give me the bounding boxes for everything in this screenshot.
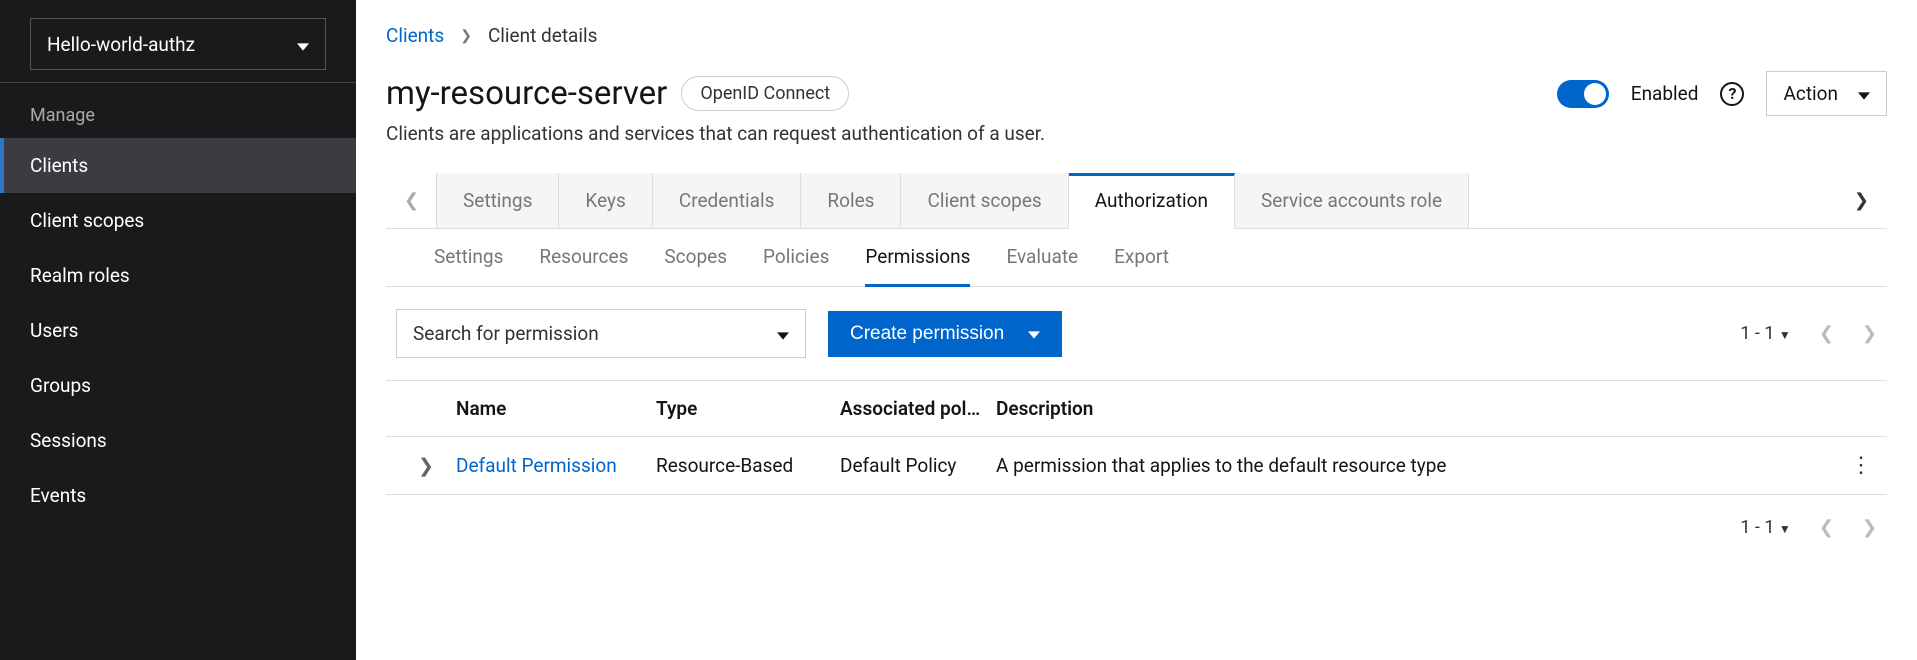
page-title: my-resource-server (386, 74, 667, 113)
chevron-right-icon: ❯ (460, 28, 472, 44)
table-header: Name Type Associated poli… Description (386, 381, 1887, 437)
tabs-scroll-right[interactable]: ❯ (1836, 178, 1887, 223)
breadcrumb: Clients ❯ Client details (386, 24, 1887, 47)
realm-selector[interactable]: Hello-world-authz (30, 18, 326, 70)
kebab-menu-icon[interactable]: ⋮ (1827, 453, 1877, 478)
subtab-policies[interactable]: Policies (763, 229, 829, 286)
page-header: my-resource-server OpenID Connect Enable… (386, 71, 1887, 116)
col-description: Description (996, 397, 1546, 420)
tab-credentials[interactable]: Credentials (653, 173, 802, 228)
col-type: Type (656, 397, 840, 420)
caret-down-icon (297, 33, 309, 56)
header-actions: Enabled ? Action (1557, 71, 1887, 116)
permission-type: Resource-Based (656, 454, 840, 477)
pagination-bottom: 1 - 1 ▼ ❮ ❯ (1740, 517, 1877, 538)
subtab-settings[interactable]: Settings (434, 229, 503, 286)
expand-row-icon[interactable]: ❯ (396, 454, 456, 477)
sidebar-item-groups[interactable]: Groups (0, 358, 356, 413)
create-label: Create permission (850, 323, 1004, 345)
caret-down-icon (777, 322, 789, 345)
action-dropdown[interactable]: Action (1766, 71, 1887, 116)
tab-service-accounts[interactable]: Service accounts role (1235, 173, 1469, 228)
page-description: Clients are applications and services th… (386, 122, 1887, 145)
permissions-table: Name Type Associated poli… Description ❯… (386, 380, 1887, 495)
page-range[interactable]: 1 - 1 ▼ (1740, 323, 1791, 344)
page-next[interactable]: ❯ (1862, 517, 1877, 538)
main-content: Clients ❯ Client details my-resource-ser… (356, 0, 1917, 660)
permission-description: A permission that applies to the default… (996, 454, 1546, 477)
breadcrumb-root[interactable]: Clients (386, 24, 444, 47)
primary-tabs: ❮ Settings Keys Credentials Roles Client… (386, 173, 1887, 229)
col-policies: Associated poli… (840, 397, 996, 420)
caret-down-icon (1858, 82, 1870, 105)
sidebar-item-users[interactable]: Users (0, 303, 356, 358)
subtab-evaluate[interactable]: Evaluate (1006, 229, 1078, 286)
permission-name-link[interactable]: Default Permission (456, 454, 656, 477)
tab-roles[interactable]: Roles (801, 173, 901, 228)
pagination-top: 1 - 1 ▼ ❮ ❯ (1740, 323, 1877, 344)
pagination-bottom-wrap: 1 - 1 ▼ ❮ ❯ (386, 495, 1887, 560)
sidebar-item-clients[interactable]: Clients (0, 138, 356, 193)
page-next[interactable]: ❯ (1862, 323, 1877, 344)
search-input[interactable]: Search for permission (396, 309, 806, 358)
sidebar: Hello-world-authz Manage Clients Client … (0, 0, 356, 660)
action-label: Action (1783, 82, 1838, 105)
create-permission-button[interactable]: Create permission (828, 311, 1062, 357)
page-range[interactable]: 1 - 1 ▼ (1740, 517, 1791, 538)
sidebar-item-sessions[interactable]: Sessions (0, 413, 356, 468)
subtab-resources[interactable]: Resources (539, 229, 628, 286)
secondary-tabs: Settings Resources Scopes Policies Permi… (386, 229, 1887, 287)
permission-policies: Default Policy (840, 454, 996, 477)
sidebar-item-events[interactable]: Events (0, 468, 356, 523)
enabled-toggle[interactable] (1557, 80, 1609, 108)
tabs-scroll-left[interactable]: ❮ (386, 178, 437, 223)
table-row: ❯ Default Permission Resource-Based Defa… (386, 437, 1887, 495)
page-prev[interactable]: ❮ (1819, 323, 1834, 344)
sidebar-item-realm-roles[interactable]: Realm roles (0, 248, 356, 303)
toolbar: Search for permission Create permission … (386, 287, 1887, 380)
col-name: Name (456, 397, 656, 420)
enabled-label: Enabled (1631, 82, 1699, 105)
tab-keys[interactable]: Keys (559, 173, 652, 228)
breadcrumb-current: Client details (488, 24, 598, 47)
subtab-permissions[interactable]: Permissions (865, 229, 970, 287)
subtab-export[interactable]: Export (1114, 229, 1169, 286)
tab-client-scopes[interactable]: Client scopes (901, 173, 1068, 228)
protocol-badge: OpenID Connect (681, 76, 849, 111)
tab-authorization[interactable]: Authorization (1069, 173, 1235, 229)
help-icon[interactable]: ? (1720, 82, 1744, 106)
sidebar-item-client-scopes[interactable]: Client scopes (0, 193, 356, 248)
subtab-scopes[interactable]: Scopes (664, 229, 727, 286)
caret-down-icon (1028, 323, 1040, 345)
tab-settings[interactable]: Settings (436, 173, 559, 228)
search-placeholder: Search for permission (413, 322, 599, 345)
sidebar-section-title: Manage (0, 83, 356, 138)
page-prev[interactable]: ❮ (1819, 517, 1834, 538)
realm-name: Hello-world-authz (47, 33, 195, 56)
